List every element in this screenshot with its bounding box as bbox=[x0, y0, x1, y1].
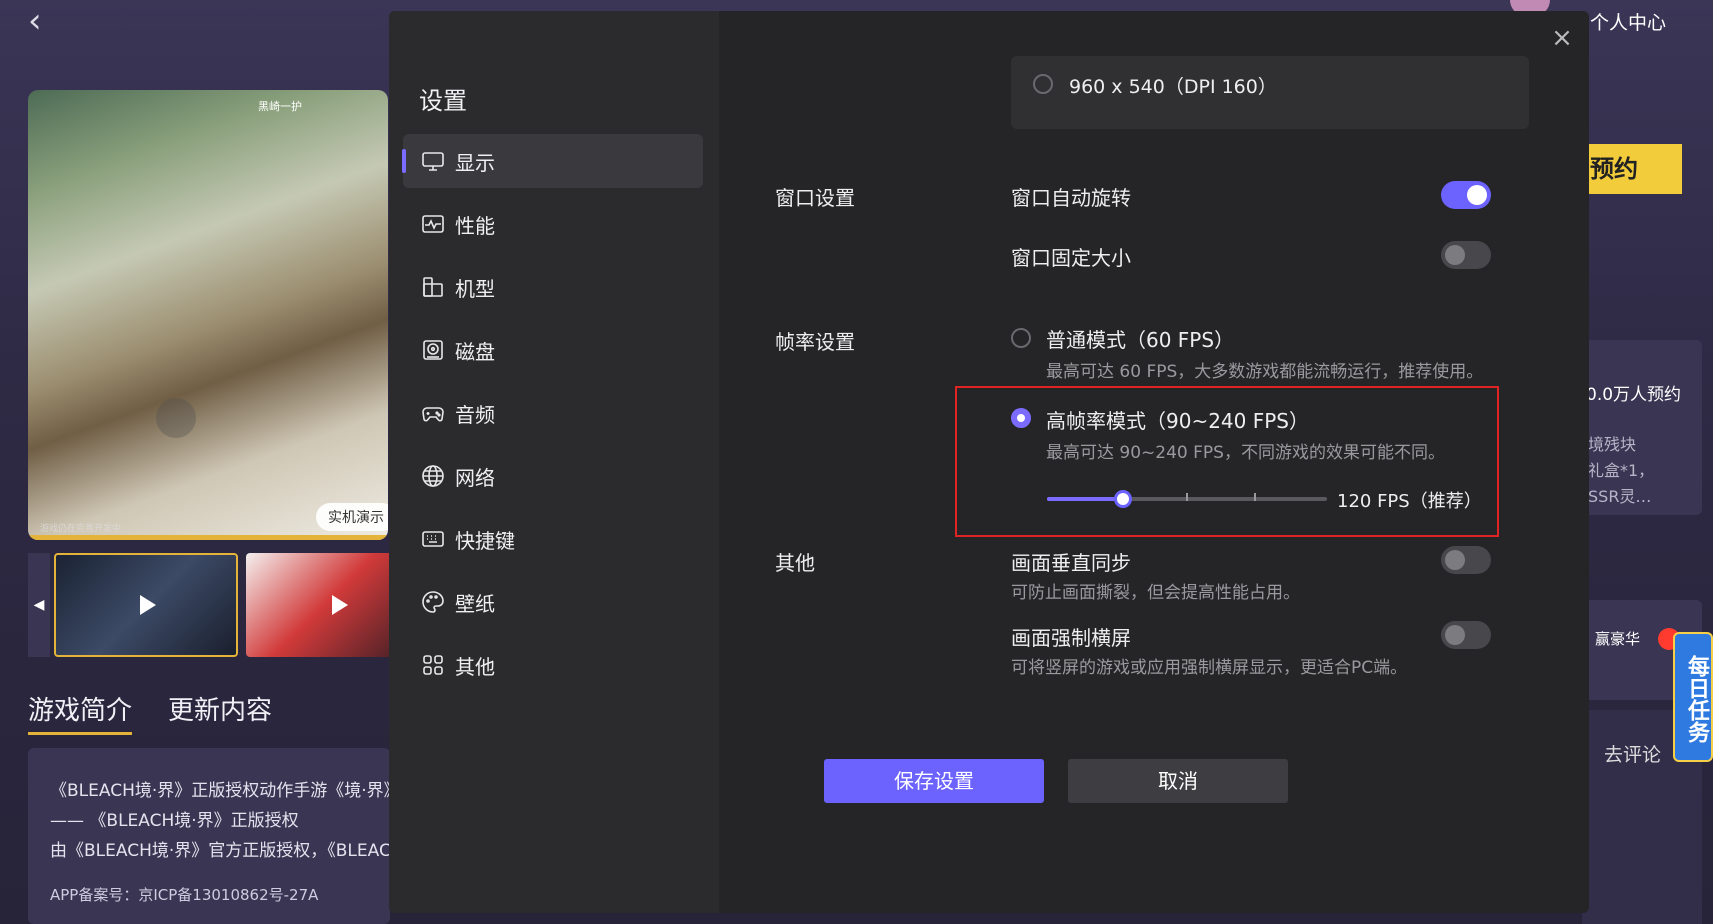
gift-text: 境残块 礼盒*1， SSR灵… bbox=[1588, 435, 1655, 506]
auto-rotate-toggle[interactable] bbox=[1441, 181, 1491, 209]
fps-slider[interactable] bbox=[1047, 490, 1327, 508]
cancel-button[interactable]: 取消 bbox=[1068, 759, 1288, 803]
globe-icon bbox=[422, 465, 444, 487]
fixed-size-label: 窗口固定大小 bbox=[1011, 246, 1131, 270]
slider-tick bbox=[1186, 493, 1188, 501]
reserve-count: 0.0万人预约 bbox=[1586, 385, 1682, 405]
sidebar-item-label: 性能 bbox=[455, 214, 495, 238]
fps-slider-fill bbox=[1047, 497, 1123, 501]
resolution-option-row[interactable]: 960 x 540（DPI 160） bbox=[1011, 56, 1529, 129]
other-settings-label: 其他 bbox=[775, 551, 815, 575]
sidebar-item-performance[interactable]: 性能 bbox=[403, 197, 703, 251]
daily-task-button[interactable]: 每日任务 bbox=[1673, 632, 1713, 762]
sidebar-item-label: 快捷键 bbox=[455, 529, 515, 553]
fps-slider-handle[interactable] bbox=[1113, 490, 1132, 508]
description-line: —— 《BLEACH境·界》正版授权 bbox=[50, 811, 299, 831]
force-landscape-label: 画面强制横屏 bbox=[1011, 626, 1131, 650]
normal-fps-radio[interactable] bbox=[1011, 328, 1031, 348]
auto-rotate-label: 窗口自动旋转 bbox=[1011, 186, 1131, 210]
sidebar-item-device-model[interactable]: 机型 bbox=[403, 260, 703, 314]
save-button[interactable]: 保存设置 bbox=[824, 759, 1044, 803]
sidebar-item-label: 显示 bbox=[455, 151, 495, 175]
tab-updates[interactable]: 更新内容 bbox=[168, 690, 272, 727]
reserve-button[interactable]: 预约 bbox=[1582, 144, 1682, 194]
description-line: 由《BLEACH境·界》官方正版授权，《BLEAC bbox=[50, 841, 390, 861]
force-landscape-toggle[interactable] bbox=[1441, 621, 1491, 649]
joystick-overlay bbox=[156, 398, 196, 438]
grid-icon bbox=[423, 655, 443, 675]
demo-tag: 实机演示 bbox=[316, 503, 388, 531]
gamepad-icon bbox=[422, 407, 444, 422]
device-model-icon bbox=[423, 277, 443, 297]
fps-value-label: 120 FPS（推荐） bbox=[1337, 491, 1482, 512]
settings-dialog: 设置 显示 性能 机型 磁盘 音频 网络 快捷键 壁纸 其他 × 960 x 5… bbox=[389, 11, 1589, 913]
user-center-link[interactable]: 个人中心 bbox=[1590, 8, 1713, 35]
video-watermark: 游戏仍在完善开发中 bbox=[40, 524, 122, 534]
force-landscape-desc: 可将竖屏的游戏或应用强制横屏显示，更适合PC端。 bbox=[1011, 658, 1408, 678]
video-progress-bar[interactable] bbox=[28, 535, 388, 540]
keyboard-icon bbox=[422, 531, 444, 547]
play-icon bbox=[140, 595, 156, 615]
palette-icon bbox=[422, 591, 444, 613]
settings-title: 设置 bbox=[419, 87, 467, 115]
resolution-label: 960 x 540（DPI 160） bbox=[1069, 76, 1277, 98]
tab-game-intro[interactable]: 游戏简介 bbox=[28, 690, 133, 735]
high-fps-radio[interactable] bbox=[1011, 408, 1031, 428]
vsync-toggle[interactable] bbox=[1441, 546, 1491, 574]
icp-record: APP备案号：京ICP备13010862号-27A bbox=[50, 886, 319, 904]
window-settings-label: 窗口设置 bbox=[775, 186, 855, 210]
high-fps-desc: 最高可达 90~240 FPS，不同游戏的效果可能不同。 bbox=[1046, 443, 1445, 463]
sidebar-item-audio[interactable]: 音频 bbox=[403, 386, 703, 440]
play-icon bbox=[332, 595, 348, 615]
sidebar-item-label: 磁盘 bbox=[455, 340, 495, 364]
disk-icon bbox=[423, 340, 443, 360]
vsync-desc: 可防止画面撕裂，但会提高性能占用。 bbox=[1011, 583, 1300, 603]
game-video-preview[interactable]: 黑崎一护 实机演示 游戏仍在完善开发中 bbox=[28, 90, 388, 540]
news-text[interactable]: 】赢豪华 bbox=[1580, 628, 1640, 649]
sidebar-item-network[interactable]: 网络 bbox=[403, 449, 703, 503]
settings-sidebar: 设置 显示 性能 机型 磁盘 音频 网络 快捷键 壁纸 其他 bbox=[389, 11, 719, 913]
sidebar-item-wallpaper[interactable]: 壁纸 bbox=[403, 575, 703, 629]
video-hud-text: 黑崎一护 bbox=[258, 100, 302, 113]
thumb-prev-icon[interactable]: ◀ bbox=[28, 553, 50, 657]
fps-settings-label: 帧率设置 bbox=[775, 330, 855, 354]
sidebar-item-label: 音频 bbox=[455, 403, 495, 427]
monitor-icon bbox=[422, 152, 444, 171]
normal-fps-label: 普通模式（60 FPS） bbox=[1046, 328, 1235, 352]
high-fps-label: 高帧率模式（90~240 FPS） bbox=[1046, 409, 1309, 433]
video-thumbnail[interactable] bbox=[54, 553, 238, 657]
sidebar-item-label: 网络 bbox=[455, 466, 495, 490]
media-thumbnails: ◀ bbox=[28, 553, 430, 657]
sidebar-item-disk[interactable]: 磁盘 bbox=[403, 323, 703, 377]
comment-link[interactable]: 去评论 bbox=[1604, 740, 1661, 767]
sidebar-item-display[interactable]: 显示 bbox=[402, 134, 703, 188]
vsync-label: 画面垂直同步 bbox=[1011, 551, 1131, 575]
normal-fps-desc: 最高可达 60 FPS，大多数游戏都能流畅运行，推荐使用。 bbox=[1046, 362, 1484, 382]
fixed-size-toggle[interactable] bbox=[1441, 241, 1491, 269]
performance-icon bbox=[422, 215, 444, 233]
slider-tick bbox=[1254, 493, 1256, 501]
sidebar-item-label: 其他 bbox=[455, 655, 495, 679]
resolution-radio[interactable] bbox=[1033, 74, 1053, 94]
back-arrow-icon[interactable]: ‹ bbox=[28, 4, 62, 40]
sidebar-item-label: 壁纸 bbox=[455, 592, 495, 616]
description-line: 《BLEACH境·界》正版授权动作手游《境·界》 bbox=[50, 781, 390, 801]
sidebar-item-label: 机型 bbox=[455, 277, 495, 301]
sidebar-item-other[interactable]: 其他 bbox=[403, 638, 703, 692]
game-description: 《BLEACH境·界》正版授权动作手游《境·界》 —— 《BLEACH境·界》正… bbox=[28, 748, 390, 924]
sidebar-item-shortcuts[interactable]: 快捷键 bbox=[403, 512, 703, 566]
